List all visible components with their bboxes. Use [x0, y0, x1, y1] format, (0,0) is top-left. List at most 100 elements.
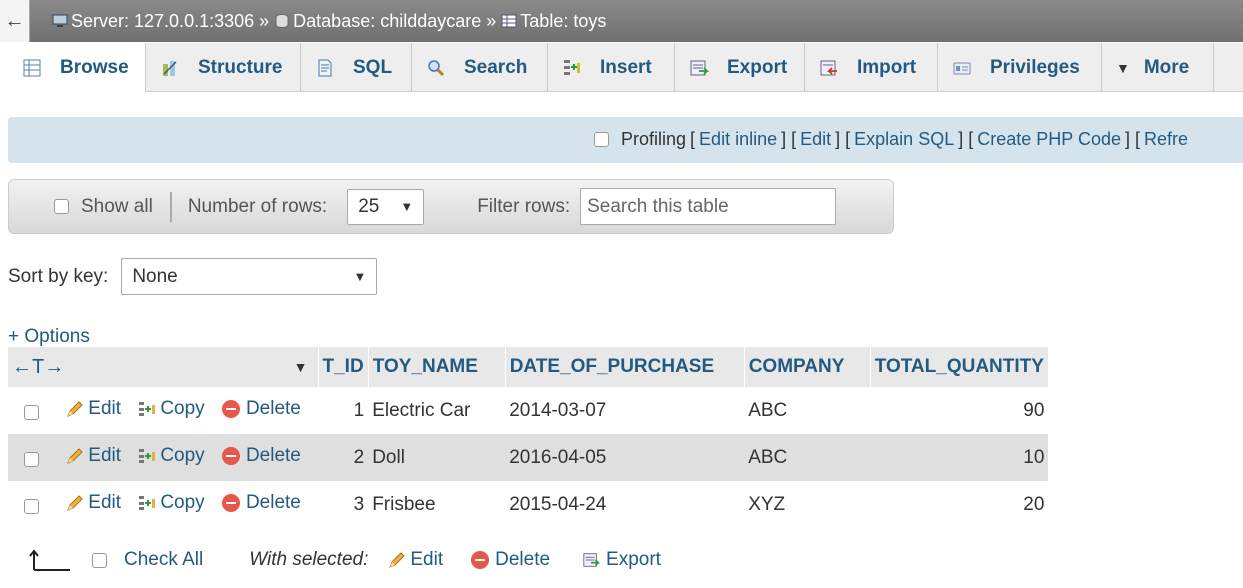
breadcrumb: ← Server: 127.0.0.1:3306 » Database: chi… — [0, 0, 1243, 42]
rows-label: Number of rows: — [187, 195, 328, 217]
breadcrumb-server[interactable]: Server: 127.0.0.1:3306 — [71, 11, 254, 32]
export-icon — [583, 553, 601, 567]
row-delete-button[interactable]: Delete — [221, 492, 301, 514]
database-icon — [275, 14, 289, 28]
divider — [169, 191, 172, 222]
create-php-code-link[interactable]: Create PHP Code — [977, 129, 1121, 150]
row-edit-button[interactable]: Edit — [66, 492, 121, 514]
server-icon — [52, 14, 68, 27]
table-icon — [501, 14, 517, 28]
navigation-panel: Show all Number of rows: 25 ▼ Filter row… — [8, 179, 894, 234]
col-date-of-purchase[interactable]: DATE_OF_PURCHASE — [505, 347, 745, 387]
sort-select[interactable]: None ▼ — [121, 258, 378, 295]
rows-select[interactable]: 25 ▼ — [347, 188, 425, 225]
col-total-quantity[interactable]: TOTAL_QUANTITY — [870, 347, 1049, 387]
delete-icon — [471, 551, 490, 569]
show-all-label: Show all — [81, 195, 153, 217]
tab-insert[interactable]: Insert — [548, 43, 675, 92]
search-icon — [428, 59, 445, 76]
tab-sql[interactable]: SQL — [301, 43, 412, 92]
sort-by-key: Sort by key: None ▼ — [8, 258, 378, 295]
sort-label: Sort by key: — [8, 265, 109, 287]
collapse-arrow-icon[interactable]: ← — [0, 0, 30, 42]
expand-columns-icon[interactable]: ←T→ — [12, 356, 64, 379]
filter-label: Filter rows: — [477, 195, 571, 217]
tab-privileges[interactable]: Privileges — [938, 43, 1102, 92]
bulk-delete-button[interactable]: Delete — [471, 549, 550, 571]
pencil-icon — [67, 400, 83, 417]
with-selected-label: With selected: — [249, 549, 369, 570]
copy-icon — [139, 448, 156, 463]
row-copy-button[interactable]: Copy — [138, 445, 205, 467]
pencil-icon — [389, 552, 406, 568]
table-row: Edit Copy Delete 2 Doll 2016-04-05 ABC 1… — [8, 434, 1049, 481]
delete-icon — [221, 493, 240, 512]
dropdown-arrow-icon: ▼ — [400, 199, 414, 214]
col-toy-name[interactable]: TOY_NAME — [368, 347, 506, 387]
profiling-checkbox[interactable] — [594, 132, 609, 147]
cell-qty: 90 — [870, 387, 1049, 434]
row-edit-button[interactable]: Edit — [66, 398, 121, 420]
cell-company: XYZ — [744, 481, 871, 528]
filter-rows-input[interactable]: Search this table — [580, 188, 837, 225]
cell-t-id: 1 — [318, 387, 369, 434]
check-all-link[interactable]: Check All — [124, 549, 203, 571]
table-row: Edit Copy Delete 1 Electric Car 2014-03-… — [8, 387, 1049, 434]
profiling-label: Profiling — [621, 129, 687, 149]
cell-qty: 20 — [870, 481, 1049, 528]
explain-sql-link[interactable]: Explain SQL — [854, 129, 954, 150]
caret-down-icon: ▼ — [1116, 59, 1130, 76]
row-checkbox[interactable] — [24, 498, 39, 514]
structure-icon — [163, 60, 177, 76]
tab-export[interactable]: Export — [675, 43, 805, 92]
breadcrumb-table[interactable]: Table: toys — [520, 11, 606, 32]
pencil-icon — [67, 494, 83, 511]
cell-date: 2015-04-24 — [505, 481, 745, 528]
insert-icon — [564, 59, 580, 75]
row-copy-button[interactable]: Copy — [138, 398, 205, 420]
show-all-checkbox[interactable] — [54, 199, 69, 214]
export-icon — [690, 60, 709, 75]
cell-date: 2016-04-05 — [505, 434, 745, 481]
cell-company: ABC — [744, 387, 871, 434]
edit-inline-link[interactable]: Edit inline — [699, 129, 777, 150]
cell-company: ABC — [744, 434, 871, 481]
breadcrumb-database[interactable]: Database: childdaycare — [293, 11, 481, 32]
dropdown-arrow-icon: ▼ — [353, 269, 367, 284]
browse-icon — [23, 59, 41, 76]
cell-toy-name: Doll — [368, 434, 506, 481]
tab-more[interactable]: ▼ More — [1102, 43, 1214, 92]
options-link[interactable]: + Options — [8, 326, 90, 348]
col-company[interactable]: COMPANY — [744, 347, 871, 387]
bulk-edit-button[interactable]: Edit — [388, 549, 443, 571]
bulk-actions-bar: Check All With selected: Edit Delete Exp… — [28, 548, 661, 572]
row-copy-button[interactable]: Copy — [138, 492, 205, 514]
row-checkbox[interactable] — [24, 404, 39, 420]
import-icon — [820, 60, 837, 75]
tab-structure[interactable]: Structure — [146, 43, 301, 92]
profiling-bar: Profiling [ Edit inline ] [ Edit ] [ Exp… — [8, 117, 1243, 163]
col-t-id[interactable]: T_ID — [318, 347, 369, 387]
tab-search[interactable]: Search — [412, 43, 548, 92]
caret-down-icon[interactable]: ▼ — [294, 359, 308, 375]
row-checkbox[interactable] — [24, 451, 39, 467]
bulk-export-button[interactable]: Export — [580, 549, 661, 571]
arrow-up-left-icon — [29, 549, 70, 571]
check-all-checkbox[interactable] — [92, 552, 107, 568]
cell-t-id: 3 — [318, 481, 369, 528]
sql-icon — [318, 59, 332, 76]
cell-date: 2014-03-07 — [505, 387, 745, 434]
edit-link[interactable]: Edit — [800, 129, 831, 150]
cell-toy-name: Frisbee — [368, 481, 506, 528]
results-table: ←T→ ▼ T_ID TOY_NAME DATE_OF_PURCHASE COM… — [8, 347, 1049, 528]
tab-browse[interactable]: Browse — [8, 43, 146, 93]
refresh-link[interactable]: Refre — [1144, 129, 1188, 150]
row-delete-button[interactable]: Delete — [221, 445, 301, 467]
row-edit-button[interactable]: Edit — [66, 445, 121, 467]
cell-toy-name: Electric Car — [368, 387, 506, 434]
tab-import[interactable]: Import — [805, 43, 938, 92]
row-delete-button[interactable]: Delete — [221, 398, 301, 420]
delete-icon — [221, 446, 240, 465]
cell-qty: 10 — [870, 434, 1049, 481]
column-toggle-header[interactable]: ←T→ ▼ — [8, 347, 319, 387]
